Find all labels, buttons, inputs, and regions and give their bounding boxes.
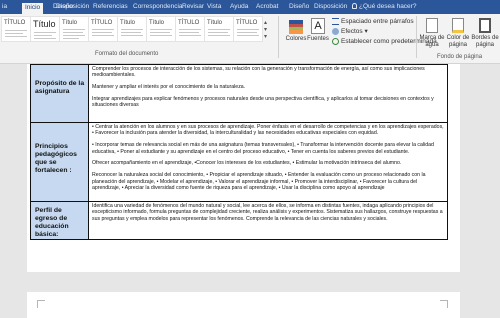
style-tile-label: Título (149, 20, 165, 26)
paragraph-spacing-label: Espaciado entre párrafos (341, 18, 414, 25)
row-content-principles[interactable]: • Centrar la atención en los alumnos y e… (88, 122, 448, 202)
watermark-button[interactable]: Marca de agua (419, 18, 445, 49)
lightbulb-icon (352, 3, 357, 9)
paragraph: Reconocer la naturaleza social del conoc… (92, 172, 426, 192)
row-content-graduate-profile[interactable]: Identifica una variedad de fenómenos del… (88, 201, 448, 240)
ribbon-tab-bar: ia Inicio Diseño Disposición Referencias… (0, 0, 500, 14)
style-tile[interactable]: Título (117, 16, 147, 42)
fonts-label: Fuentes (307, 36, 329, 42)
style-tile[interactable]: TÍTULO (233, 16, 263, 42)
colors-icon (289, 20, 303, 34)
row-header-graduate-profile: Perfil de egreso de educación básica: (30, 201, 89, 240)
document-formatting-gallery: TÍTULO Título Título TÍTULO Título Títul… (0, 16, 272, 60)
style-tile[interactable]: Título (146, 16, 176, 42)
row-content-purpose[interactable]: Comprender los procesos de interacción d… (88, 64, 448, 123)
colors-label: Colores (285, 36, 307, 42)
style-tile-label: TÍTULO (4, 20, 26, 26)
page-borders-icon (479, 18, 491, 33)
style-tile-label: Título (207, 20, 223, 26)
tab-table-layout[interactable]: Disposición (314, 2, 347, 14)
tell-me-label: ¿Qué desea hacer? (359, 3, 417, 10)
style-tile-label: TÍTULO (91, 20, 113, 26)
effects-button[interactable]: Efectos ▾ (332, 27, 368, 36)
ribbon-separator (278, 16, 279, 58)
page-color-label: Color de página (446, 35, 470, 48)
paragraph: Identifica una variedad de fenómenos del… (92, 203, 443, 222)
tab-acrobat[interactable]: Acrobat (256, 2, 278, 14)
fonts-button[interactable]: A Fuentes (307, 18, 329, 43)
tab-review[interactable]: Revisar (182, 2, 204, 14)
tab-references[interactable]: Referencias (93, 2, 128, 14)
page-color-button[interactable]: Color de página (445, 18, 471, 49)
paragraph: Comprender los procesos de interacción d… (92, 66, 425, 79)
style-tile[interactable]: TÍTULO (88, 16, 118, 42)
style-tile-label: Título (33, 19, 56, 29)
watermark-label: Marca de agua (419, 35, 445, 48)
effects-label: Efectos (341, 28, 363, 35)
page-color-icon (452, 18, 464, 33)
effects-icon (332, 27, 339, 35)
style-tile[interactable]: TÍTULO (1, 16, 31, 42)
paragraph-spacing-icon (332, 17, 339, 25)
document-page[interactable]: Propósito de la asignatura Comprender lo… (27, 64, 460, 272)
tab-view[interactable]: Vista (207, 2, 221, 14)
style-tile[interactable]: Título (59, 16, 89, 42)
style-tile-label: TÍTULO (236, 20, 258, 26)
row-header-purpose: Propósito de la asignatura (30, 64, 89, 123)
table-row: Perfil de egreso de educación básica: Id… (30, 201, 448, 240)
paragraph-spacing-button[interactable]: Espaciado entre párrafos (332, 17, 414, 26)
margin-corner-mark (440, 300, 448, 308)
checkmark-icon (332, 37, 339, 45)
next-page[interactable] (27, 292, 460, 318)
style-tile[interactable]: TÍTULO (175, 16, 205, 42)
row-header-principles: Principios pedagógicos que se fortalecen… (30, 122, 89, 202)
fonts-icon: A (311, 18, 325, 34)
tab-mailings[interactable]: Correspondencia (133, 2, 183, 14)
gallery-more-icon[interactable]: ▴ ▾ ▾ (264, 20, 267, 41)
ribbon: TÍTULO Título Título TÍTULO Título Títul… (0, 14, 500, 64)
table-row: Principios pedagógicos que se fortalecen… (30, 122, 448, 202)
style-tile-label: Título (62, 20, 78, 26)
tab-file[interactable]: ia (2, 2, 7, 14)
page-borders-button[interactable]: Bordes de página (471, 18, 499, 49)
style-tile[interactable]: Título (204, 16, 234, 42)
colors-button[interactable]: Colores (284, 20, 308, 43)
page-gap (0, 272, 500, 292)
page-borders-label: Bordes de página (471, 35, 499, 48)
formatting-group-label: Formato del documento (95, 51, 159, 57)
paragraph: Mantener y ampliar el interés por el con… (92, 84, 246, 91)
paragraph: Ofrecer acompañamiento en el aprendizaje… (92, 160, 402, 167)
tell-me-search[interactable]: ¿Qué desea hacer? (352, 2, 416, 14)
tab-layout[interactable]: Disposición (56, 2, 89, 14)
paragraph: Integrar aprendizajes para explicar fenó… (92, 96, 434, 109)
dropdown-arrow-icon: ▾ (364, 28, 368, 35)
paragraph: • Incorporar temas de relevancia social … (92, 142, 434, 155)
paragraph: • Centrar la atención en los alumnos y e… (92, 124, 444, 137)
tab-help[interactable]: Ayuda (230, 2, 248, 14)
ribbon-separator (416, 16, 417, 58)
page-background-group-label: Fondo de página (437, 54, 483, 60)
table-row: Propósito de la asignatura Comprender lo… (30, 64, 448, 123)
style-tile-label: Título (120, 20, 136, 26)
style-tile[interactable]: Título (30, 16, 60, 42)
lesson-plan-table: Propósito de la asignatura Comprender lo… (30, 64, 448, 240)
tab-home[interactable]: Inicio (22, 3, 44, 14)
tab-table-design[interactable]: Diseño (289, 2, 309, 14)
watermark-icon (426, 18, 438, 33)
margin-corner-mark (37, 300, 45, 308)
style-tile-label: TÍTULO (178, 20, 200, 26)
